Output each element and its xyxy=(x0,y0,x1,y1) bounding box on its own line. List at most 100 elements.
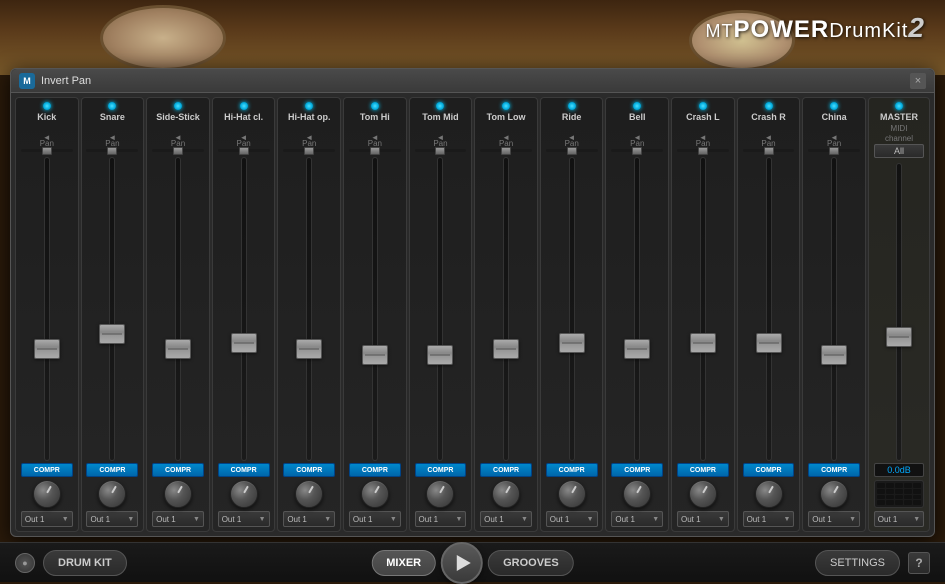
fader-thumb-sidestick[interactable] xyxy=(165,339,191,359)
compr-btn-snare[interactable]: COMPR xyxy=(86,463,138,477)
mute-crashl[interactable] xyxy=(694,124,712,138)
pan-slider-kick[interactable] xyxy=(21,149,73,152)
compr-btn-hihatcl[interactable]: COMPR xyxy=(218,463,270,477)
pan-slider-hihatcl[interactable] xyxy=(218,149,270,152)
master-output-select[interactable]: Out 1 ▼ xyxy=(874,511,924,527)
mute-sidestick[interactable] xyxy=(169,124,187,138)
pan-thumb-ride[interactable] xyxy=(567,147,577,155)
mute-china[interactable] xyxy=(825,124,843,138)
output-select-kick[interactable]: Out 1 ▼ xyxy=(21,511,73,527)
close-button[interactable]: × xyxy=(910,73,926,89)
pan-thumb-sidestick[interactable] xyxy=(173,147,183,155)
compr-btn-tommid[interactable]: COMPR xyxy=(415,463,467,477)
knob-hihatop[interactable] xyxy=(295,480,323,508)
pan-slider-snare[interactable] xyxy=(86,149,138,152)
output-select-hihatcl[interactable]: Out 1 ▼ xyxy=(218,511,270,527)
pan-thumb-tommid[interactable] xyxy=(435,147,445,155)
compr-btn-kick[interactable]: COMPR xyxy=(21,463,73,477)
pan-thumb-snare[interactable] xyxy=(107,147,117,155)
mute-tomhi[interactable] xyxy=(366,124,384,138)
knob-tommid[interactable] xyxy=(426,480,454,508)
compr-btn-hihatop[interactable]: COMPR xyxy=(283,463,335,477)
master-fader-thumb[interactable] xyxy=(886,327,912,347)
drum-kit-button[interactable]: DRUM KIT xyxy=(43,550,127,576)
pan-slider-crashr[interactable] xyxy=(743,149,795,152)
fader-thumb-ride[interactable] xyxy=(559,333,585,353)
knob-crashl[interactable] xyxy=(689,480,717,508)
pan-thumb-bell[interactable] xyxy=(632,147,642,155)
output-select-crashr[interactable]: Out 1 ▼ xyxy=(743,511,795,527)
fader-thumb-tomlow[interactable] xyxy=(493,339,519,359)
fader-thumb-crashr[interactable] xyxy=(756,333,782,353)
knob-kick[interactable] xyxy=(33,480,61,508)
output-select-snare[interactable]: Out 1 ▼ xyxy=(86,511,138,527)
compr-btn-crashr[interactable]: COMPR xyxy=(743,463,795,477)
output-select-bell[interactable]: Out 1 ▼ xyxy=(611,511,663,527)
knob-tomhi[interactable] xyxy=(361,480,389,508)
mute-hihatcl[interactable] xyxy=(235,124,253,138)
mute-bell[interactable] xyxy=(628,124,646,138)
midi-channel-button[interactable]: All xyxy=(874,144,924,158)
pan-thumb-tomlow[interactable] xyxy=(501,147,511,155)
pan-thumb-hihatop[interactable] xyxy=(304,147,314,155)
fader-thumb-kick[interactable] xyxy=(34,339,60,359)
mute-ride[interactable] xyxy=(563,124,581,138)
pan-thumb-crashl[interactable] xyxy=(698,147,708,155)
pan-slider-tommid[interactable] xyxy=(415,149,467,152)
knob-sidestick[interactable] xyxy=(164,480,192,508)
knob-hihatcl[interactable] xyxy=(230,480,258,508)
knob-ride[interactable] xyxy=(558,480,586,508)
mute-kick[interactable] xyxy=(38,124,56,138)
output-select-ride[interactable]: Out 1 ▼ xyxy=(546,511,598,527)
knob-snare[interactable] xyxy=(98,480,126,508)
knob-china[interactable] xyxy=(820,480,848,508)
output-select-hihatop[interactable]: Out 1 ▼ xyxy=(283,511,335,527)
pan-slider-crashl[interactable] xyxy=(677,149,729,152)
pan-slider-ride[interactable] xyxy=(546,149,598,152)
mute-tommid[interactable] xyxy=(431,124,449,138)
pan-thumb-china[interactable] xyxy=(829,147,839,155)
compr-btn-china[interactable]: COMPR xyxy=(808,463,860,477)
pan-slider-sidestick[interactable] xyxy=(152,149,204,152)
fader-thumb-hihatop[interactable] xyxy=(296,339,322,359)
fader-thumb-china[interactable] xyxy=(821,345,847,365)
fader-thumb-snare[interactable] xyxy=(99,324,125,344)
help-button[interactable]: ? xyxy=(908,552,930,574)
mixer-button[interactable]: MIXER xyxy=(371,550,436,576)
mute-snare[interactable] xyxy=(103,124,121,138)
pan-thumb-tomhi[interactable] xyxy=(370,147,380,155)
compr-btn-crashl[interactable]: COMPR xyxy=(677,463,729,477)
pan-slider-hihatop[interactable] xyxy=(283,149,335,152)
logo-button[interactable]: ● xyxy=(15,553,35,573)
knob-bell[interactable] xyxy=(623,480,651,508)
compr-btn-ride[interactable]: COMPR xyxy=(546,463,598,477)
compr-btn-tomhi[interactable]: COMPR xyxy=(349,463,401,477)
compr-btn-bell[interactable]: COMPR xyxy=(611,463,663,477)
mute-hihatop[interactable] xyxy=(300,124,318,138)
pan-slider-china[interactable] xyxy=(808,149,860,152)
pan-slider-tomhi[interactable] xyxy=(349,149,401,152)
play-button[interactable] xyxy=(441,542,483,584)
output-select-tommid[interactable]: Out 1 ▼ xyxy=(415,511,467,527)
pan-thumb-hihatcl[interactable] xyxy=(239,147,249,155)
knob-crashr[interactable] xyxy=(755,480,783,508)
fader-thumb-hihatcl[interactable] xyxy=(231,333,257,353)
pan-thumb-kick[interactable] xyxy=(42,147,52,155)
mute-tomlow[interactable] xyxy=(497,124,515,138)
pan-slider-bell[interactable] xyxy=(611,149,663,152)
output-select-sidestick[interactable]: Out 1 ▼ xyxy=(152,511,204,527)
pan-slider-tomlow[interactable] xyxy=(480,149,532,152)
fader-thumb-tomhi[interactable] xyxy=(362,345,388,365)
knob-tomlow[interactable] xyxy=(492,480,520,508)
compr-btn-sidestick[interactable]: COMPR xyxy=(152,463,204,477)
output-select-tomlow[interactable]: Out 1 ▼ xyxy=(480,511,532,527)
fader-thumb-bell[interactable] xyxy=(624,339,650,359)
output-select-china[interactable]: Out 1 ▼ xyxy=(808,511,860,527)
output-select-crashl[interactable]: Out 1 ▼ xyxy=(677,511,729,527)
pan-thumb-crashr[interactable] xyxy=(764,147,774,155)
settings-button[interactable]: SETTINGS xyxy=(815,550,900,576)
compr-btn-tomlow[interactable]: COMPR xyxy=(480,463,532,477)
fader-thumb-crashl[interactable] xyxy=(690,333,716,353)
grooves-button[interactable]: GROOVES xyxy=(488,550,574,576)
output-select-tomhi[interactable]: Out 1 ▼ xyxy=(349,511,401,527)
